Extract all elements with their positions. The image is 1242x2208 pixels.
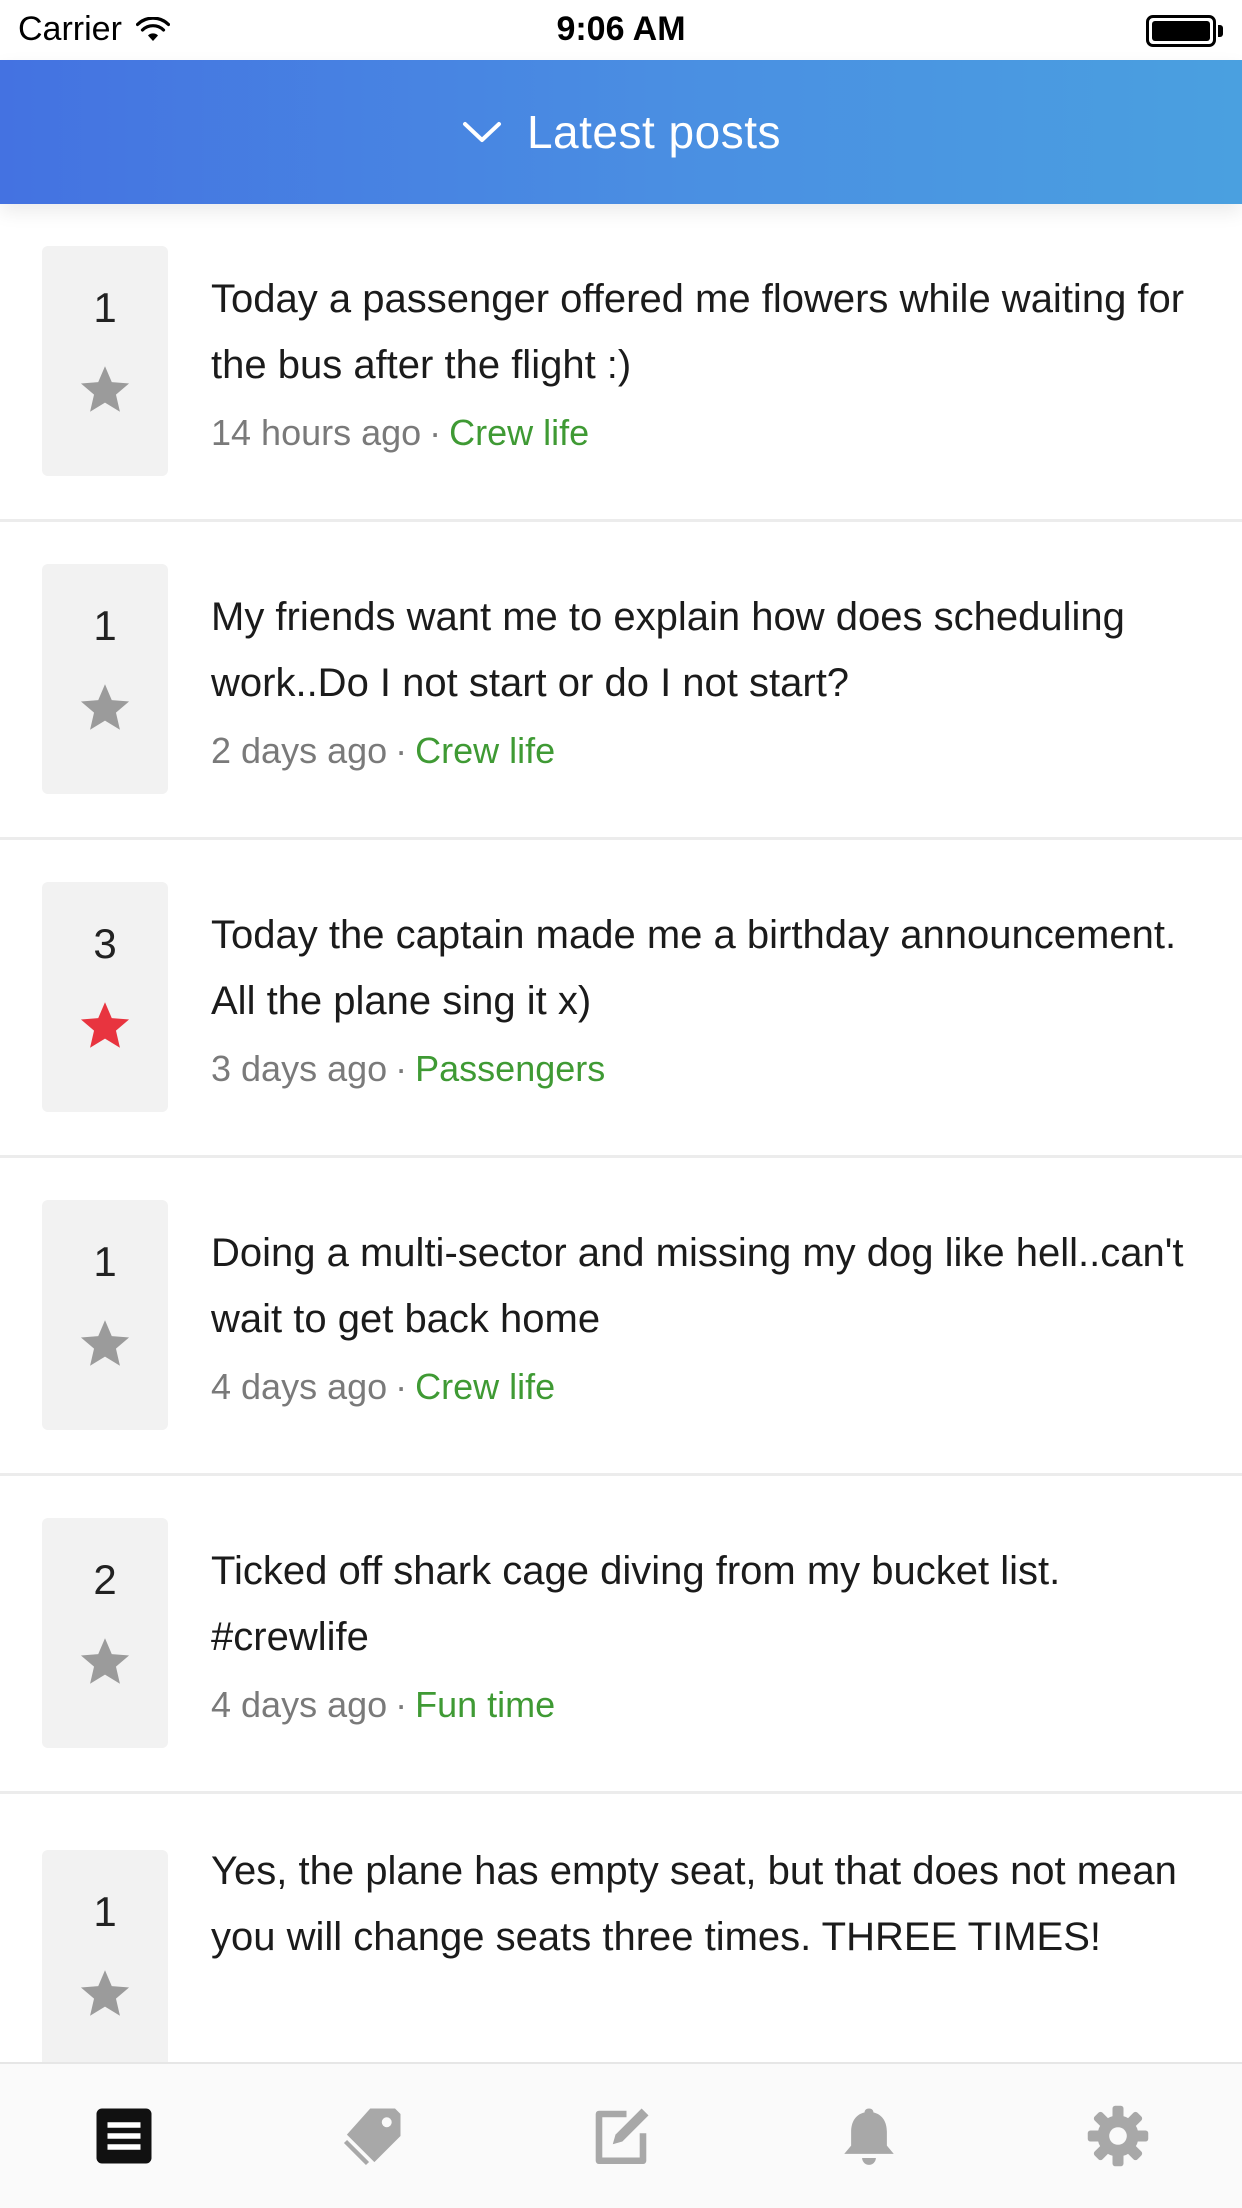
post-meta: 2 days ago · Crew life [211,730,1211,772]
post-body[interactable]: Yes, the plane has empty seat, but that … [211,1838,1211,1970]
tab-compose[interactable] [561,2076,681,2196]
post-text: My friends want me to explain how does s… [211,595,1125,705]
post-body[interactable]: Doing a multi-sector and missing my dog … [211,1220,1211,1408]
post-item[interactable]: 1 Yes, the plane has empty seat, but tha… [0,1794,1242,2062]
post-text: Today a passenger offered me flowers whi… [211,277,1185,387]
post-category[interactable]: Crew life [449,412,589,453]
vote-box[interactable]: 2 [42,1518,168,1748]
star-icon[interactable] [77,1966,133,2022]
vote-count: 1 [93,1888,117,1935]
tag-icon[interactable] [340,2103,406,2169]
post-time: 4 days ago [211,1684,388,1725]
tab-posts[interactable] [64,2076,184,2196]
post-time: 14 hours ago [211,412,422,453]
tab-categories[interactable] [313,2076,433,2196]
star-icon[interactable] [77,1634,133,1690]
battery-icon [1146,14,1226,48]
vote-box[interactable]: 1 [42,246,168,476]
post-text: Doing a multi-sector and missing my dog … [211,1231,1184,1341]
vote-count: 1 [93,284,117,331]
post-body[interactable]: Ticked off shark cage diving from my buc… [211,1538,1211,1726]
post-body[interactable]: Today the captain made me a birthday ann… [211,902,1211,1090]
meta-separator: · [395,1684,408,1725]
post-category[interactable]: Crew life [415,1366,555,1407]
post-text: Yes, the plane has empty seat, but that … [211,1849,1177,1959]
post-body[interactable]: My friends want me to explain how does s… [211,584,1211,772]
chevron-down-icon[interactable] [461,118,503,146]
app-header[interactable]: Latest posts [0,60,1242,204]
post-item[interactable]: 1 Doing a multi-sector and missing my do… [0,1158,1242,1476]
meta-separator: · [429,412,442,453]
tab-settings[interactable] [1058,2076,1178,2196]
post-text: Ticked off shark cage diving from my buc… [211,1549,1061,1659]
app-screen: Carrier 9:06 AM Latest posts 1 Today a p… [0,0,1242,2208]
meta-separator: · [395,1366,408,1407]
post-meta: 3 days ago · Passengers [211,1048,1211,1090]
vote-box[interactable]: 1 [42,1200,168,1430]
post-meta: 4 days ago · Fun time [211,1684,1211,1726]
tab-notifications[interactable] [809,2076,929,2196]
feed-selector[interactable]: Latest posts [461,105,781,159]
post-item[interactable]: 1 Today a passenger offered me flowers w… [0,204,1242,522]
post-item[interactable]: 1 My friends want me to explain how does… [0,522,1242,840]
post-category[interactable]: Fun time [415,1684,555,1725]
post-meta: 14 hours ago · Crew life [211,412,1211,454]
meta-separator: · [395,730,408,771]
vote-box[interactable]: 1 [42,1850,168,2062]
post-text: Today the captain made me a birthday ann… [211,913,1177,1023]
star-icon[interactable] [77,1316,133,1372]
star-icon[interactable] [77,362,133,418]
star-icon[interactable] [77,998,133,1054]
tab-bar [0,2062,1242,2208]
post-time: 3 days ago [211,1048,388,1089]
post-item[interactable]: 2 Ticked off shark cage diving from my b… [0,1476,1242,1794]
post-time: 2 days ago [211,730,388,771]
bell-icon[interactable] [836,2103,902,2169]
posts-list-icon[interactable] [91,2103,157,2169]
meta-separator: · [395,1048,408,1089]
star-icon[interactable] [77,680,133,736]
vote-count: 2 [93,1556,117,1603]
post-item[interactable]: 3 Today the captain made me a birthday a… [0,840,1242,1158]
status-time: 9:06 AM [556,10,686,48]
post-time: 4 days ago [211,1366,388,1407]
gear-icon[interactable] [1085,2103,1151,2169]
vote-box[interactable]: 3 [42,882,168,1112]
post-category[interactable]: Passengers [415,1048,605,1089]
compose-icon[interactable] [588,2103,654,2169]
post-feed[interactable]: 1 Today a passenger offered me flowers w… [0,204,1242,2062]
post-category[interactable]: Crew life [415,730,555,771]
vote-count: 3 [93,920,117,967]
vote-count: 1 [93,1238,117,1285]
post-body[interactable]: Today a passenger offered me flowers whi… [211,266,1211,454]
status-bar: Carrier 9:06 AM [0,0,1242,60]
vote-count: 1 [93,602,117,649]
page-title: Latest posts [526,106,782,158]
post-meta: 4 days ago · Crew life [211,1366,1211,1408]
vote-box[interactable]: 1 [42,564,168,794]
